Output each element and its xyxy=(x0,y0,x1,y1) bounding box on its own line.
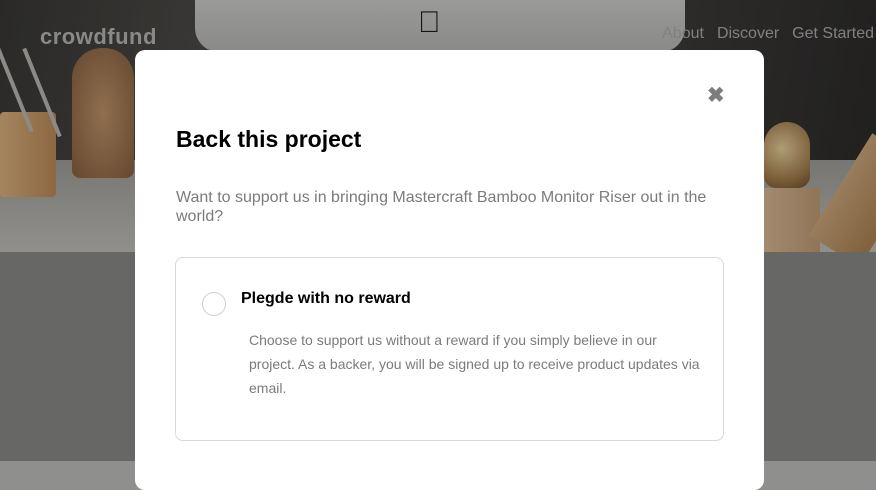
pledge-description: Choose to support us without a reward if… xyxy=(249,332,700,396)
pledge-title[interactable]: Plegde with no reward xyxy=(241,290,411,308)
modal-title: Back this project xyxy=(176,126,362,152)
back-project-modal: ✖ Back this project Want to support us i… xyxy=(135,50,764,490)
pledge-no-reward-card[interactable]: Plegde with no reward Choose to support … xyxy=(175,257,724,441)
pledge-radio[interactable] xyxy=(202,292,226,316)
modal-intro: Want to support us in bringing Mastercra… xyxy=(176,189,707,225)
close-icon[interactable]: ✖ xyxy=(707,85,725,106)
